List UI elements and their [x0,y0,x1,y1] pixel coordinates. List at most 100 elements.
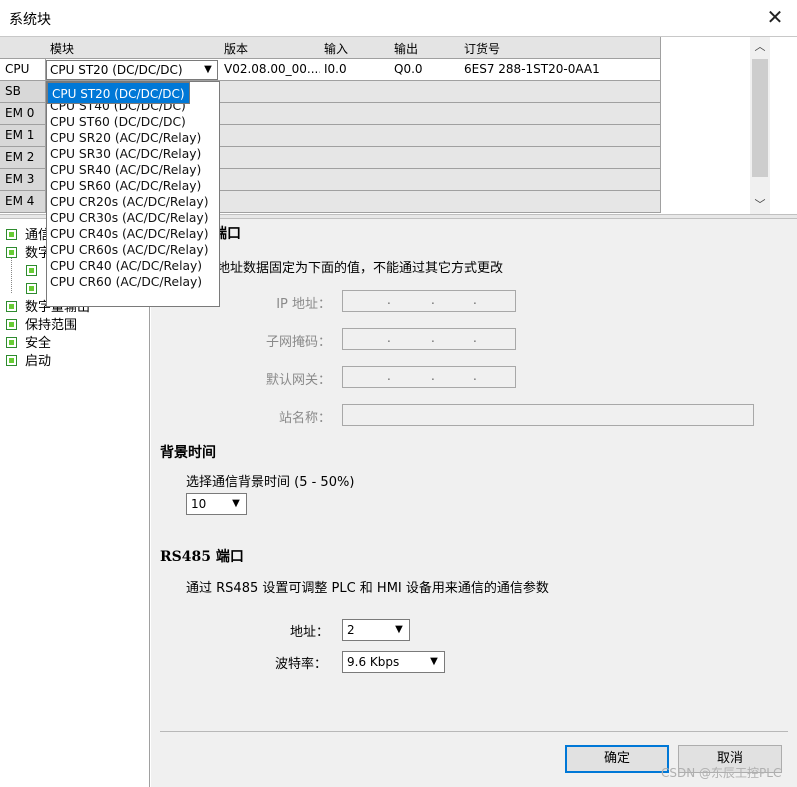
header-input[interactable]: 输入 [320,37,391,59]
scroll-up-icon[interactable]: ︿ [750,37,770,57]
ip-dot: . [387,293,391,307]
tree-item-retentive-ranges[interactable]: 保持范围 [6,317,77,335]
module-cell[interactable]: CPU ST20 (DC/DC/DC) ▼ [46,59,221,81]
version-cell [220,103,321,125]
input-cell [320,191,391,213]
dropdown-option[interactable]: CPU CR60s (AC/DC/Relay) [47,242,219,258]
ip-address-field: ... [342,290,516,312]
dropdown-option[interactable]: CPU CR40 (AC/DC/Relay) [47,258,219,274]
background-time-select[interactable]: 10 ▼ [186,493,247,515]
order-cell [460,169,661,191]
dropdown-option[interactable]: CPU ST60 (DC/DC/DC) [47,114,219,130]
ethernet-description: 地址数据固定为下面的值，不能通过其它方式更改 [217,261,504,276]
gateway-label: 默认网关： [265,373,331,388]
ip-dot: . [473,331,477,345]
chevron-down-icon[interactable]: ▼ [425,653,443,671]
row-label: EM 3 [0,169,46,191]
tree-item-child-1[interactable] [26,263,45,281]
ip-address-label: IP 地址： [276,297,331,312]
header-version[interactable]: 版本 [220,37,321,59]
tree-node-icon [6,229,17,240]
dropdown-option[interactable]: CPU CR30s (AC/DC/Relay) [47,210,219,226]
header-output[interactable]: 输出 [390,37,461,59]
version-cell [220,81,321,103]
station-name-label: 站名称： [278,411,331,426]
order-cell [460,191,661,213]
subnet-mask-label: 子网掩码： [265,335,331,350]
output-cell: Q0.0 [390,59,461,81]
tree-item-security[interactable]: 安全 [6,335,51,353]
dropdown-option[interactable]: CPU SR30 (AC/DC/Relay) [47,146,219,162]
module-dropdown-list[interactable]: CPU ST20 (DC/DC/DC) CPU ST30 (DC/DC/DC) … [46,81,220,307]
address-label: 地址： [290,625,330,640]
input-cell [320,169,391,191]
output-cell [390,103,461,125]
tree-item-startup[interactable]: 启动 [6,353,51,371]
tree-item-digital-input[interactable]: 数字 [6,245,51,263]
dropdown-option[interactable]: CPU SR20 (AC/DC/Relay) [47,130,219,146]
address-select[interactable]: 2 ▼ [342,619,410,641]
title-bar: 系统块 ✕ [0,0,797,36]
row-label: SB [0,81,46,103]
baud-rate-value: 9.6 Kbps [347,655,400,669]
row-label: CPU [0,59,46,81]
output-cell [390,81,461,103]
table-scrollbar[interactable]: ︿ ﹀ [750,37,770,215]
settings-panel: 端口 地址数据固定为下面的值，不能通过其它方式更改 IP 地址： ... 子网掩… [151,219,797,787]
tree-node-icon [6,247,17,258]
ip-dot: . [431,331,435,345]
baud-rate-label: 波特率： [275,657,328,672]
footer-separator [160,731,788,732]
tree-item-child-2[interactable] [26,281,45,299]
chevron-down-icon[interactable]: ▼ [200,62,216,78]
background-time-title: 背景时间 [160,445,216,461]
version-cell [220,169,321,191]
ip-dot: . [473,369,477,383]
header-module[interactable]: 模块 [46,37,221,59]
dropdown-option[interactable]: CPU CR40s (AC/DC/Relay) [47,226,219,242]
tree-node-icon [6,301,17,312]
input-cell [320,103,391,125]
dropdown-option[interactable]: CPU CR20s (AC/DC/Relay) [47,194,219,210]
output-cell [390,169,461,191]
module-combobox[interactable]: CPU ST20 (DC/DC/DC) ▼ [46,60,218,80]
order-cell: 6ES7 288-1ST20-0AA1 [460,59,661,81]
station-name-field [342,404,754,426]
row-label: EM 1 [0,125,46,147]
chevron-down-icon[interactable]: ▼ [390,621,408,639]
baud-rate-select[interactable]: 9.6 Kbps ▼ [342,651,445,673]
version-cell [220,147,321,169]
ok-button[interactable]: 确定 [565,745,669,773]
ip-dot: . [387,369,391,383]
tree-item-label: 启动 [25,354,52,369]
scrollbar-thumb[interactable] [752,59,768,177]
input-cell [320,81,391,103]
corner-header [0,37,47,59]
tree-node-icon [6,337,17,348]
subnet-mask-field: ... [342,328,516,350]
header-order-number[interactable]: 订货号 [460,37,661,59]
background-time-description: 选择通信背景时间 (5 - 50%) [186,475,355,490]
ip-dot: . [431,369,435,383]
order-cell [460,125,661,147]
address-value: 2 [347,623,355,637]
ip-dot: . [387,331,391,345]
dropdown-option[interactable]: CPU ST20 (DC/DC/DC) [47,82,190,104]
dropdown-option[interactable]: CPU CR60 (AC/DC/Relay) [47,274,219,290]
tree-item-communication[interactable]: 通信 [6,227,51,245]
close-icon[interactable]: ✕ [760,2,790,32]
tree-node-icon [26,283,37,294]
chevron-down-icon[interactable]: ▼ [227,495,245,513]
version-cell [220,125,321,147]
output-cell [390,191,461,213]
output-cell [390,125,461,147]
gateway-field: ... [342,366,516,388]
ip-dot: . [431,293,435,307]
dropdown-option[interactable]: CPU SR40 (AC/DC/Relay) [47,162,219,178]
table-row-cpu[interactable]: CPU CPU ST20 (DC/DC/DC) ▼ V02.08.00_00..… [0,59,661,81]
scroll-down-icon[interactable]: ﹀ [750,195,770,215]
row-label: EM 0 [0,103,46,125]
order-cell [460,103,661,125]
dropdown-option[interactable]: CPU SR60 (AC/DC/Relay) [47,178,219,194]
ip-dot: . [473,293,477,307]
